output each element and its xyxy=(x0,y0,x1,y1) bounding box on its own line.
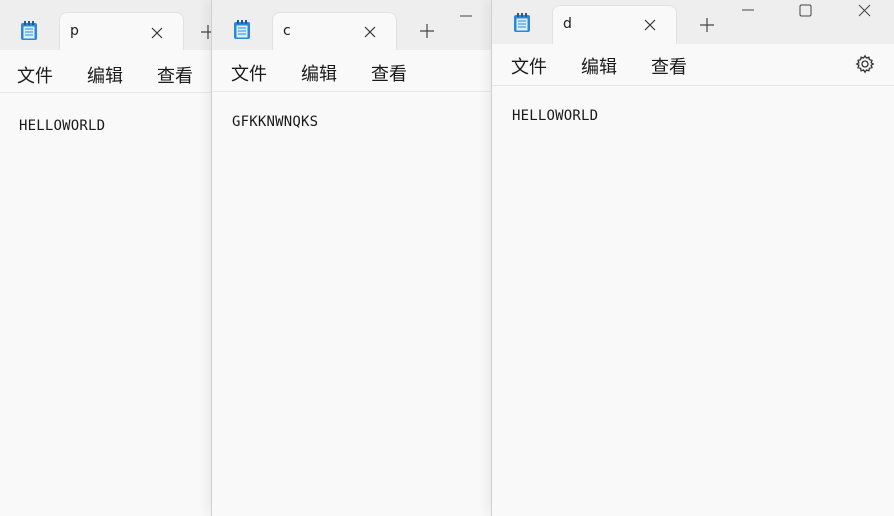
title-bar: d xyxy=(492,0,894,44)
editor-text: GFKKNWNQKS xyxy=(232,114,319,130)
menu-bar: 文件 编辑 查看 xyxy=(492,44,894,86)
notepad-window-d: d 文件 编辑 查看 HELLOWORLD xyxy=(491,0,894,516)
tab-d[interactable]: d xyxy=(552,5,677,44)
tab-title: c xyxy=(283,23,291,39)
plus-icon[interactable] xyxy=(699,17,715,33)
notepad-icon xyxy=(21,21,37,40)
menu-edit[interactable]: 编辑 xyxy=(581,53,617,79)
menu-view[interactable]: 查看 xyxy=(371,60,407,86)
close-icon[interactable] xyxy=(150,26,164,40)
menu-view[interactable]: 查看 xyxy=(157,62,193,88)
notepad-window-p: p 文件 编辑 查看 HELLOWORLD xyxy=(0,0,212,516)
close-icon[interactable] xyxy=(643,18,657,32)
text-editor[interactable]: GFKKNWNQKS xyxy=(212,92,493,516)
tab-c[interactable]: c xyxy=(272,12,397,50)
menu-bar: 文件 编辑 查看 xyxy=(0,50,212,93)
menu-edit[interactable]: 编辑 xyxy=(301,60,337,86)
minimize-icon[interactable] xyxy=(459,11,473,21)
menu-file[interactable]: 文件 xyxy=(231,60,267,86)
close-window-icon[interactable] xyxy=(858,4,871,17)
notepad-icon xyxy=(234,20,250,39)
maximize-icon[interactable] xyxy=(799,4,812,17)
gear-icon[interactable] xyxy=(855,54,875,74)
tab-title: p xyxy=(70,23,79,39)
minimize-icon[interactable] xyxy=(741,5,755,15)
text-editor[interactable]: HELLOWORLD xyxy=(0,93,212,516)
tab-title: d xyxy=(563,16,572,32)
notepad-icon xyxy=(514,13,530,32)
notepad-window-c: c 文件 编辑 查看 GFKKNWNQKS xyxy=(211,0,493,516)
menu-bar: 文件 编辑 查看 xyxy=(212,50,493,92)
menu-view[interactable]: 查看 xyxy=(651,53,687,79)
editor-text: HELLOWORLD xyxy=(512,108,599,124)
menu-edit[interactable]: 编辑 xyxy=(87,62,123,88)
menu-file[interactable]: 文件 xyxy=(17,62,53,88)
editor-text: HELLOWORLD xyxy=(19,118,106,134)
text-editor[interactable]: HELLOWORLD xyxy=(492,86,894,516)
tab-p[interactable]: p xyxy=(59,12,184,51)
menu-file[interactable]: 文件 xyxy=(511,53,547,79)
plus-icon[interactable] xyxy=(419,23,435,39)
title-bar: p xyxy=(0,0,212,51)
title-bar: c xyxy=(212,0,493,50)
close-icon[interactable] xyxy=(363,25,377,39)
